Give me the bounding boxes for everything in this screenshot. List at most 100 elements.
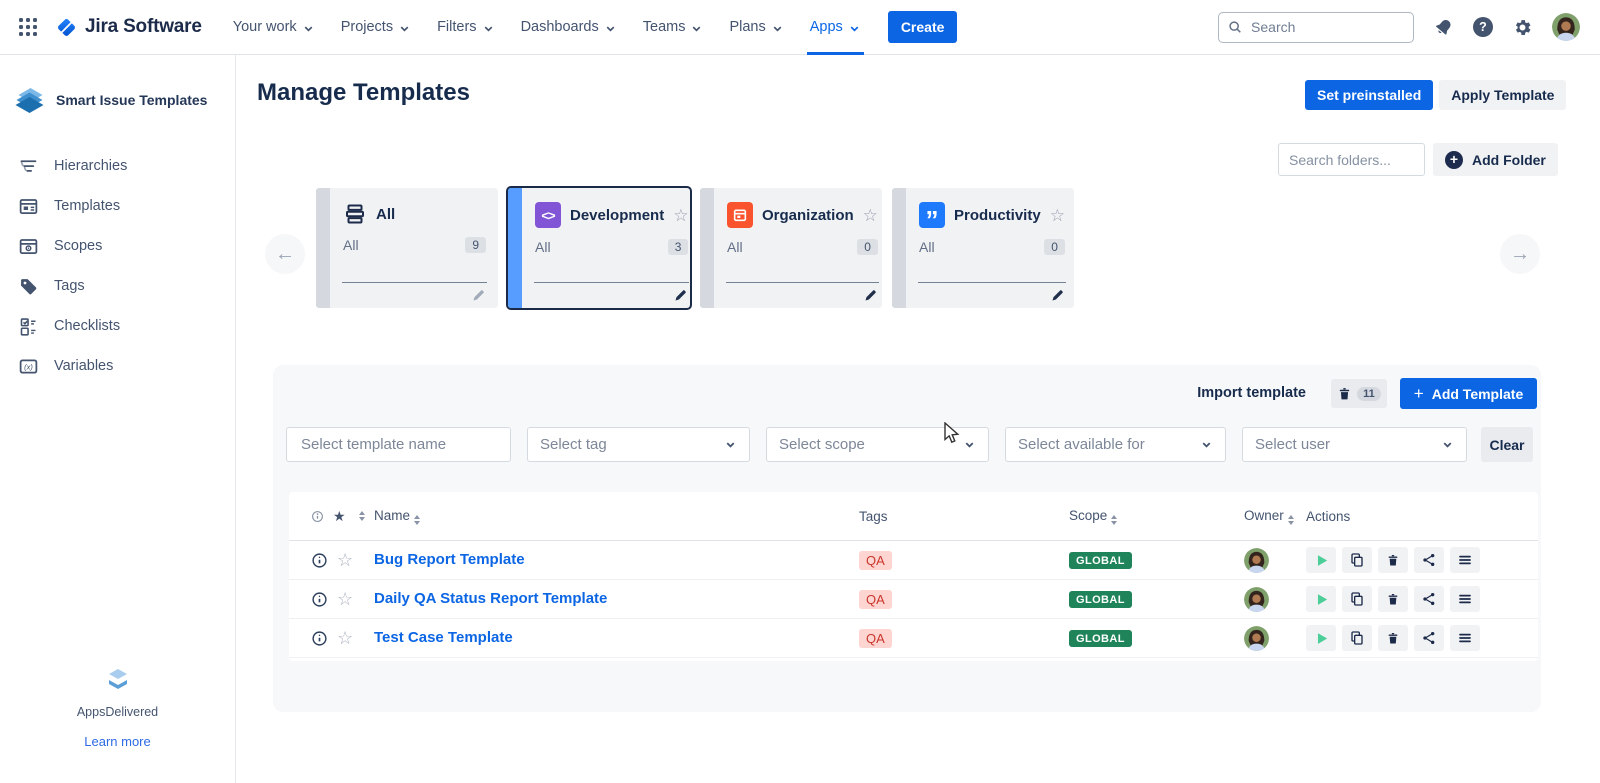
star-outline-icon[interactable]: ☆ [337,550,353,571]
sidebar-item-templates[interactable]: Templates [0,186,235,226]
carousel-left-arrow[interactable]: ← [265,234,305,274]
sidebar-item-checklists[interactable]: Checklists [0,306,235,346]
template-name-input[interactable] [299,435,498,454]
sort-toggle[interactable] [359,511,365,521]
sidebar-item-variables[interactable]: (x) Variables [0,346,235,386]
share-button[interactable] [1414,625,1444,651]
clear-filters-button[interactable]: Clear [1481,427,1533,462]
info-icon[interactable] [311,591,328,608]
copy-button[interactable] [1342,586,1372,612]
copy-button[interactable] [1342,625,1372,651]
delete-button[interactable] [1378,547,1408,573]
folder-card-all[interactable]: All All 9 [316,188,498,308]
chevron-down-icon [1200,438,1213,451]
menu-icon [1457,552,1473,568]
set-preinstalled-button[interactable]: Set preinstalled [1305,80,1433,110]
more-menu-button[interactable] [1450,547,1480,573]
notifications-bell-icon[interactable] [1433,17,1454,38]
share-button[interactable] [1414,547,1444,573]
add-template-button[interactable]: + Add Template [1400,378,1537,409]
folder-card-development[interactable]: <> Development ☆ All 3 [508,188,690,308]
info-icon[interactable] [311,552,328,569]
tag-badge[interactable]: QA [859,551,892,570]
nav-teams[interactable]: Teams [630,0,717,55]
column-header-name[interactable]: Name [374,508,859,525]
star-outline-icon[interactable]: ☆ [863,207,878,224]
import-template-button[interactable]: Import template [1197,385,1306,401]
main-menu: Your work Projects Filters Dashboards Te… [220,0,874,55]
edit-pencil-icon[interactable] [471,288,486,303]
all-folders-stack-icon [343,202,367,226]
apply-play-button[interactable] [1306,547,1336,573]
hierarchies-icon [18,156,39,177]
app-switcher-icon[interactable] [16,15,40,39]
template-name-link[interactable]: Daily QA Status Report Template [374,590,607,607]
nav-filters[interactable]: Filters [424,0,507,55]
more-menu-button[interactable] [1450,625,1480,651]
column-header-owner[interactable]: Owner [1244,508,1306,525]
settings-gear-icon[interactable] [1512,17,1533,38]
create-button[interactable]: Create [888,11,958,43]
tag-badge[interactable]: QA [859,590,892,609]
star-filled-icon[interactable]: ★ [333,508,346,525]
star-outline-icon[interactable]: ☆ [337,589,353,610]
edit-pencil-icon[interactable] [673,288,688,303]
delete-button[interactable] [1378,625,1408,651]
help-icon[interactable]: ? [1473,17,1493,37]
play-icon [1313,552,1330,569]
add-folder-button[interactable]: + Add Folder [1433,143,1558,176]
folder-stripe-selected [508,188,522,308]
sidebar-item-scopes[interactable]: Scopes [0,226,235,266]
folder-count-badge: 9 [465,237,486,253]
search-folders-input[interactable] [1278,143,1425,176]
template-name-link[interactable]: Bug Report Template [374,551,525,568]
search-input[interactable] [1249,18,1404,36]
info-icon[interactable] [311,630,328,647]
edit-pencil-icon[interactable] [863,288,878,303]
nav-your-work[interactable]: Your work [220,0,328,55]
star-outline-icon[interactable]: ☆ [1050,207,1065,224]
template-name-filter[interactable] [286,427,511,462]
trash-bin-button[interactable]: 11 [1331,379,1387,408]
sidebar-item-tags[interactable]: Tags [0,266,235,306]
copy-button[interactable] [1342,547,1372,573]
scopes-icon [18,236,39,257]
edit-pencil-icon[interactable] [1050,288,1065,303]
apply-template-button[interactable]: Apply Template [1439,80,1566,110]
nav-projects[interactable]: Projects [328,0,424,55]
folder-name: All [376,206,486,223]
owner-avatar[interactable] [1244,587,1269,612]
user-filter-select[interactable]: Select user [1242,427,1467,462]
global-search[interactable] [1218,12,1414,43]
more-menu-button[interactable] [1450,586,1480,612]
share-button[interactable] [1414,586,1444,612]
owner-avatar[interactable] [1244,626,1269,651]
delete-button[interactable] [1378,586,1408,612]
chevron-down-icon [771,22,784,35]
owner-avatar[interactable] [1244,548,1269,573]
template-name-link[interactable]: Test Case Template [374,629,513,646]
select-placeholder: Select user [1255,436,1330,453]
folder-card-productivity[interactable]: ” Productivity ☆ All 0 [892,188,1074,308]
sidebar-item-hierarchies[interactable]: Hierarchies [0,146,235,186]
apply-play-button[interactable] [1306,625,1336,651]
folder-card-organization[interactable]: Organization ☆ All 0 [700,188,882,308]
scope-filter-select[interactable]: Select scope [766,427,989,462]
sidebar-menu: Hierarchies Templates Scopes Tags [0,146,235,386]
column-header-scope[interactable]: Scope [1069,508,1244,525]
star-outline-icon[interactable]: ☆ [673,207,688,224]
nav-apps[interactable]: Apps [797,0,874,55]
tag-badge[interactable]: QA [859,629,892,648]
carousel-right-arrow[interactable]: → [1500,234,1540,274]
apply-play-button[interactable] [1306,586,1336,612]
available-for-filter-select[interactable]: Select available for [1005,427,1226,462]
nav-dashboards[interactable]: Dashboards [508,0,630,55]
star-outline-icon[interactable]: ☆ [337,628,353,649]
nav-plans[interactable]: Plans [716,0,796,55]
row-actions [1306,547,1538,573]
tag-filter-select[interactable]: Select tag [527,427,750,462]
jira-brand[interactable]: Jira Software [55,16,202,39]
user-avatar[interactable] [1552,13,1580,41]
table-row: ☆ Bug Report Template QA GLOBAL [289,541,1538,580]
learn-more-link[interactable]: Learn more [0,734,235,749]
